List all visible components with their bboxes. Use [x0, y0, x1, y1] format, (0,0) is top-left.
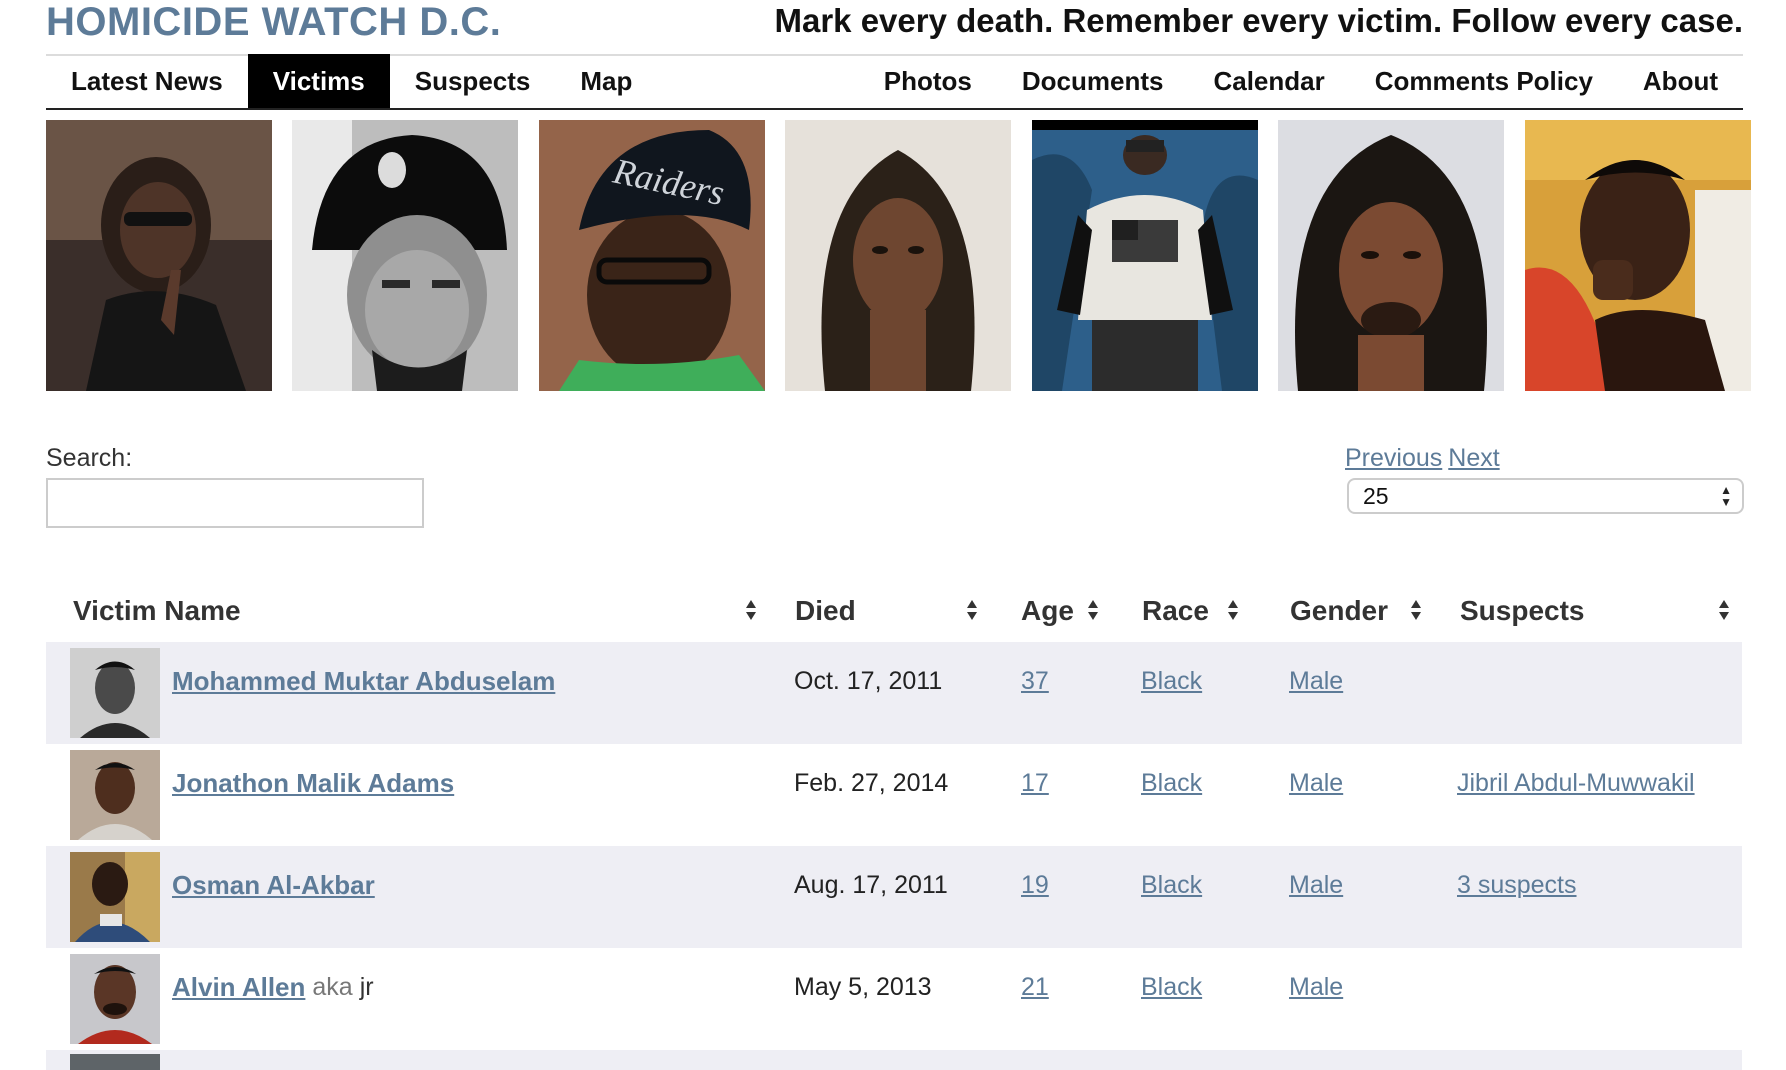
- page: HOMICIDE WATCH D.C. Mark every death. Re…: [0, 0, 1786, 1070]
- nav-comments-policy[interactable]: Comments Policy: [1350, 54, 1618, 109]
- race-cell: Black: [1141, 936, 1202, 1038]
- table-row: [46, 1050, 1742, 1070]
- nav-victims[interactable]: Victims: [247, 54, 390, 109]
- nav-about[interactable]: About: [1618, 54, 1743, 109]
- sort-icon[interactable]: [1227, 599, 1239, 621]
- victim-photo-1[interactable]: [46, 120, 272, 391]
- victim-name-link[interactable]: Mohammed Muktar Abduselam: [172, 666, 555, 697]
- age-cell: 37: [1021, 630, 1049, 732]
- race-cell: Black: [1141, 732, 1202, 834]
- table-row: Alvin Allen aka jr May 5, 2013 21 Black …: [46, 948, 1742, 1050]
- died-cell: May 5, 2013: [794, 972, 932, 1001]
- gender-cell: Male: [1289, 936, 1343, 1038]
- age-cell: 17: [1021, 732, 1049, 834]
- died-cell: Oct. 17, 2011: [794, 666, 943, 695]
- search-label: Search:: [46, 444, 133, 472]
- victim-photo-strip: Raiders: [46, 120, 1752, 392]
- race-link[interactable]: Black: [1141, 769, 1202, 798]
- sort-icon[interactable]: [966, 599, 978, 621]
- previous-page-link[interactable]: Previous: [1345, 444, 1442, 472]
- sort-icon[interactable]: [1410, 599, 1422, 621]
- next-page-link[interactable]: Next: [1448, 444, 1499, 472]
- race-link[interactable]: Black: [1141, 871, 1202, 900]
- victim-photo-4[interactable]: [785, 120, 1011, 391]
- gender-cell: Male: [1289, 732, 1343, 834]
- victim-photo-6[interactable]: [1278, 120, 1504, 391]
- victim-thumbnail[interactable]: [70, 852, 160, 942]
- victim-thumbnail[interactable]: [70, 648, 160, 738]
- victim-photo-2[interactable]: [292, 120, 518, 391]
- suspects-link[interactable]: 3 suspects: [1457, 871, 1577, 900]
- table-row: Jonathon Malik Adams Feb. 27, 2014 17 Bl…: [46, 744, 1742, 846]
- victim-thumbnail[interactable]: [70, 1054, 160, 1070]
- victim-name-link[interactable]: Jonathon Malik Adams: [172, 768, 454, 799]
- gender-link[interactable]: Male: [1289, 871, 1343, 900]
- sort-icon[interactable]: [745, 599, 757, 621]
- age-link[interactable]: 21: [1021, 973, 1049, 1002]
- race-link[interactable]: Black: [1141, 667, 1202, 696]
- nav-left-group: Latest News Victims Suspects Map: [46, 54, 657, 109]
- table-row: Mohammed Muktar Abduselam Oct. 17, 2011 …: [46, 642, 1742, 744]
- gender-cell: Male: [1289, 630, 1343, 732]
- victim-thumbnail[interactable]: [70, 954, 160, 1044]
- age-cell: 21: [1021, 936, 1049, 1038]
- gender-link[interactable]: Male: [1289, 973, 1343, 1002]
- sort-icon[interactable]: [1718, 599, 1730, 621]
- gender-link[interactable]: Male: [1289, 667, 1343, 696]
- victim-name-link[interactable]: Osman Al-Akbar: [172, 870, 375, 901]
- gender-cell: Male: [1289, 834, 1343, 936]
- nav-right-group: Photos Documents Calendar Comments Polic…: [859, 54, 1743, 109]
- nav-photos[interactable]: Photos: [859, 54, 997, 109]
- pager: Previous Next: [1345, 444, 1500, 473]
- nav-calendar[interactable]: Calendar: [1188, 54, 1349, 109]
- died-cell: Feb. 27, 2014: [794, 768, 949, 797]
- aka-value: jr: [359, 972, 374, 1001]
- victim-name-link[interactable]: Alvin Allen: [172, 972, 305, 1003]
- nav-latest-news[interactable]: Latest News: [46, 54, 248, 109]
- race-cell: Black: [1141, 834, 1202, 936]
- suspects-link[interactable]: Jibril Abdul-Muwwakil: [1457, 769, 1695, 798]
- rows-per-page-select[interactable]: 25 ▲ ▼: [1347, 478, 1744, 514]
- race-cell: Black: [1141, 630, 1202, 732]
- race-link[interactable]: Black: [1141, 973, 1202, 1002]
- victim-name-cell: Osman Al-Akbar: [172, 834, 375, 936]
- victim-photo-7[interactable]: [1525, 120, 1751, 391]
- site-title[interactable]: HOMICIDE WATCH D.C.: [46, 0, 501, 45]
- victim-name-cell: Alvin Allen aka jr: [172, 936, 374, 1038]
- gender-link[interactable]: Male: [1289, 769, 1343, 798]
- suspects-cell: 3 suspects: [1457, 834, 1577, 936]
- victim-photo-3[interactable]: Raiders: [539, 120, 765, 391]
- victim-name-cell: Jonathon Malik Adams: [172, 732, 454, 834]
- age-cell: 19: [1021, 834, 1049, 936]
- age-link[interactable]: 19: [1021, 871, 1049, 900]
- nav-divider: [46, 108, 1743, 110]
- select-arrows-icon: ▲ ▼: [1720, 483, 1732, 509]
- sort-icon[interactable]: [1087, 599, 1099, 621]
- victim-thumbnail[interactable]: [70, 750, 160, 840]
- suspects-cell: Jibril Abdul-Muwwakil: [1457, 732, 1695, 834]
- main-nav: Latest News Victims Suspects Map Photos …: [46, 54, 1743, 109]
- nav-documents[interactable]: Documents: [997, 54, 1189, 109]
- rows-per-page-value: 25: [1363, 482, 1389, 509]
- age-link[interactable]: 37: [1021, 667, 1049, 696]
- table-row: Osman Al-Akbar Aug. 17, 2011 19 Black Ma…: [46, 846, 1742, 948]
- column-header-suspects[interactable]: Suspects: [1460, 580, 1585, 642]
- victim-photo-5[interactable]: [1032, 120, 1258, 391]
- age-link[interactable]: 17: [1021, 769, 1049, 798]
- aka-label: aka: [312, 972, 353, 1001]
- search-input[interactable]: [46, 478, 424, 528]
- nav-suspects[interactable]: Suspects: [390, 54, 556, 109]
- victims-table: Victim Name Died Age Race Gender Suspect…: [46, 580, 1742, 1070]
- died-cell: Aug. 17, 2011: [794, 870, 948, 899]
- site-tagline: Mark every death. Remember every victim.…: [774, 2, 1743, 39]
- victim-name-cell: Mohammed Muktar Abduselam: [172, 630, 555, 732]
- nav-map[interactable]: Map: [555, 54, 657, 109]
